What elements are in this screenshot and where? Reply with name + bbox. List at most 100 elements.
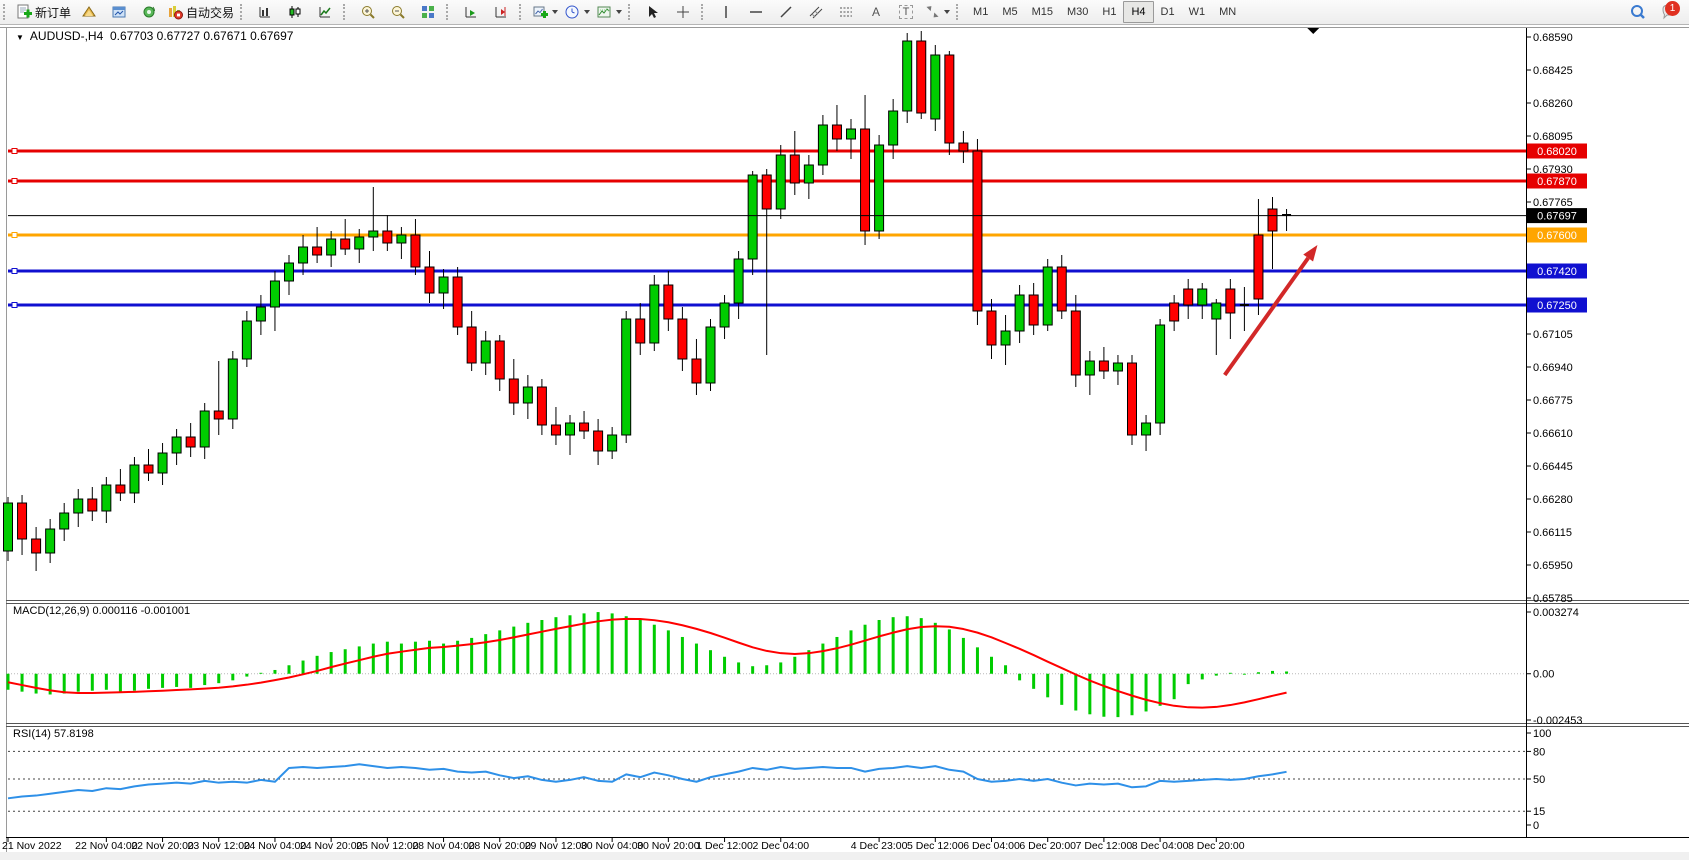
candle-body[interactable] xyxy=(467,327,476,363)
toolbar-grip[interactable] xyxy=(701,4,708,20)
level-anchor-marker[interactable] xyxy=(12,233,17,238)
candle-body[interactable] xyxy=(523,387,532,403)
tab-timeframe-h1[interactable]: H1 xyxy=(1095,2,1123,22)
candle-body[interactable] xyxy=(903,41,912,111)
candle-body[interactable] xyxy=(875,145,884,231)
candle-body[interactable] xyxy=(200,411,209,447)
candle-body[interactable] xyxy=(242,321,251,359)
candle-body[interactable] xyxy=(580,423,589,431)
candle-body[interactable] xyxy=(1268,209,1277,231)
level-anchor-marker[interactable] xyxy=(12,303,17,308)
candle-body[interactable] xyxy=(411,235,420,267)
period-dropdown[interactable] xyxy=(561,1,593,23)
candle-body[interactable] xyxy=(285,263,294,281)
channel-tool-button[interactable] xyxy=(801,1,831,23)
candle-body[interactable] xyxy=(608,435,617,451)
candle-body[interactable] xyxy=(88,499,97,511)
candle-body[interactable] xyxy=(341,239,350,249)
candle-body[interactable] xyxy=(299,247,308,263)
candle-body[interactable] xyxy=(102,485,111,511)
candle-body[interactable] xyxy=(1254,235,1263,299)
candle-body[interactable] xyxy=(917,41,926,113)
candle-body[interactable] xyxy=(790,155,799,183)
chart-canvas[interactable]: 0.685900.684250.682600.680950.679300.677… xyxy=(0,0,1689,860)
candle-body[interactable] xyxy=(889,111,898,145)
candle-body[interactable] xyxy=(734,259,743,303)
tab-timeframe-mn[interactable]: MN xyxy=(1212,2,1243,22)
trendline-tool-button[interactable] xyxy=(771,1,801,23)
data-window-button[interactable] xyxy=(104,1,134,23)
auto-trading-button[interactable]: 自动交易 xyxy=(164,1,237,23)
bar-chart-mode-button[interactable] xyxy=(250,1,280,23)
candle-body[interactable] xyxy=(256,307,265,321)
notifications-button[interactable]: 1 xyxy=(1659,0,1683,24)
candle-body[interactable] xyxy=(678,319,687,359)
candle-body[interactable] xyxy=(355,237,364,249)
toolbar-grip[interactable] xyxy=(3,4,10,20)
candle-body[interactable] xyxy=(776,155,785,209)
candle-body[interactable] xyxy=(1156,325,1165,423)
candle-body[interactable] xyxy=(60,513,69,529)
candle-body[interactable] xyxy=(832,125,841,139)
candle-body[interactable] xyxy=(397,235,406,243)
candle-body[interactable] xyxy=(959,143,968,151)
tab-timeframe-m30[interactable]: M30 xyxy=(1060,2,1095,22)
arrows-tool-dropdown[interactable] xyxy=(921,1,953,23)
candle-body[interactable] xyxy=(130,465,139,493)
candle-body[interactable] xyxy=(551,425,560,435)
candle-body[interactable] xyxy=(1226,289,1235,313)
candle-body[interactable] xyxy=(945,55,954,143)
tab-timeframe-d1[interactable]: D1 xyxy=(1154,2,1182,22)
candle-body[interactable] xyxy=(158,453,167,473)
auto-scroll-button[interactable] xyxy=(456,1,486,23)
candle-body[interactable] xyxy=(720,303,729,327)
tab-timeframe-h4[interactable]: H4 xyxy=(1123,1,1153,23)
candle-body[interactable] xyxy=(327,239,336,255)
candle-body[interactable] xyxy=(706,327,715,383)
fibonacci-tool-button[interactable] xyxy=(831,1,861,23)
candle-body[interactable] xyxy=(1015,295,1024,331)
candle-body[interactable] xyxy=(1128,363,1137,435)
candle-body[interactable] xyxy=(313,247,322,255)
chart-title-dropdown-icon[interactable]: ▼ xyxy=(16,33,24,42)
tab-timeframe-m1[interactable]: M1 xyxy=(966,2,995,22)
candle-body[interactable] xyxy=(818,125,827,165)
candle-body[interactable] xyxy=(566,423,575,435)
candle-body[interactable] xyxy=(439,277,448,293)
candle-body[interactable] xyxy=(1099,361,1108,371)
candlestick-mode-button[interactable] xyxy=(280,1,310,23)
toolbar-grip[interactable] xyxy=(519,4,526,20)
tab-timeframe-m15[interactable]: M15 xyxy=(1025,2,1060,22)
candle-body[interactable] xyxy=(1043,267,1052,325)
candle-body[interactable] xyxy=(116,485,125,493)
level-anchor-marker[interactable] xyxy=(12,269,17,274)
candle-body[interactable] xyxy=(4,503,13,551)
candle-body[interactable] xyxy=(383,231,392,243)
candle-body[interactable] xyxy=(270,281,279,307)
zoom-out-button[interactable] xyxy=(383,1,413,23)
candle-body[interactable] xyxy=(32,539,41,553)
toolbar-grip[interactable] xyxy=(343,4,350,20)
chart-shift-button[interactable] xyxy=(486,1,516,23)
candle-body[interactable] xyxy=(847,129,856,139)
candle-body[interactable] xyxy=(622,319,631,435)
candle-body[interactable] xyxy=(1057,267,1066,311)
toolbar-grip[interactable] xyxy=(240,4,247,20)
crosshair-tool-button[interactable] xyxy=(668,1,698,23)
candle-body[interactable] xyxy=(172,437,181,453)
candle-body[interactable] xyxy=(931,55,940,119)
candle-body[interactable] xyxy=(1085,361,1094,375)
candle-body[interactable] xyxy=(636,319,645,343)
candle-body[interactable] xyxy=(1001,331,1010,345)
candle-body[interactable] xyxy=(1113,363,1122,371)
candle-body[interactable] xyxy=(1212,303,1221,319)
candle-body[interactable] xyxy=(1170,303,1179,321)
candle-body[interactable] xyxy=(762,175,771,209)
new-order-button[interactable]: 新订单 xyxy=(13,1,74,23)
toolbar-grip[interactable] xyxy=(956,4,963,20)
candle-body[interactable] xyxy=(804,165,813,183)
candle-body[interactable] xyxy=(973,151,982,311)
navigator-button[interactable] xyxy=(134,1,164,23)
candle-body[interactable] xyxy=(692,359,701,383)
candle-body[interactable] xyxy=(537,387,546,425)
